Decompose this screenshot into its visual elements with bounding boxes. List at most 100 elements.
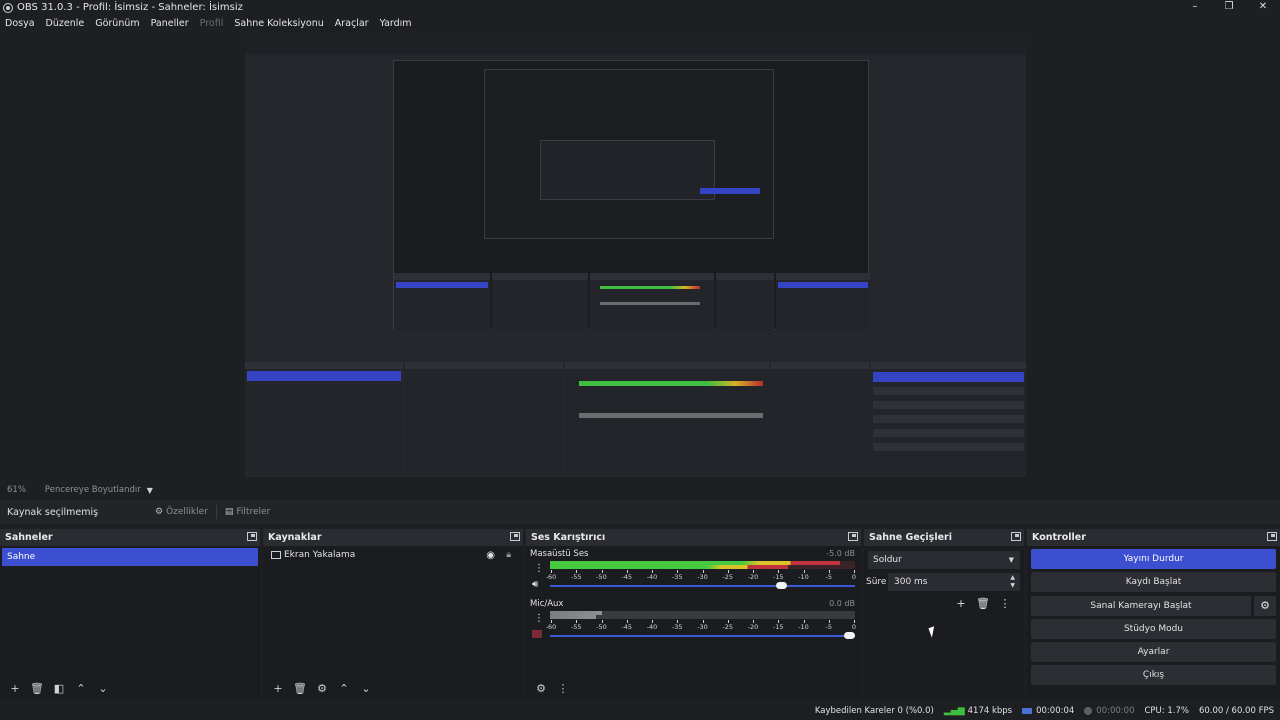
spin-arrows-icon[interactable]: ▲ ▼: [1010, 574, 1015, 590]
scenes-dock-header: Sahneler: [0, 529, 260, 546]
preview-area[interactable]: [0, 32, 1280, 482]
volume-slider[interactable]: [550, 585, 855, 587]
controls-dock: Kontroller Yayını Durdur Kaydı Başlat Sa…: [1027, 529, 1280, 699]
window-controls: – ❐ ✕: [1178, 0, 1280, 15]
lock-icon[interactable]: 🔒︎: [506, 550, 511, 560]
start-recording-button[interactable]: Kaydı Başlat: [1031, 572, 1276, 592]
undock-icon[interactable]: [510, 532, 520, 541]
studio-mode-button[interactable]: Stüdyo Modu: [1031, 619, 1276, 639]
controls-title: Kontroller: [1032, 532, 1086, 543]
chevron-down-icon[interactable]: ▼: [147, 486, 153, 495]
menu-paneller[interactable]: Paneller: [151, 18, 189, 29]
menu-duzenle[interactable]: Düzenle: [46, 18, 85, 29]
duration-row: Süre 300 ms ▲ ▼: [866, 573, 1020, 591]
meter-tick-label: -40: [646, 623, 658, 631]
minimize-button[interactable]: –: [1178, 0, 1212, 15]
virtual-camera-row: Sanal Kamerayı Başlat ⚙: [1031, 596, 1276, 616]
channel-name: Mic/Aux: [530, 599, 564, 609]
move-up-icon[interactable]: ⌃: [333, 682, 355, 695]
meter-level-right: [550, 615, 596, 619]
undock-icon[interactable]: [1267, 532, 1277, 541]
move-up-icon[interactable]: ⌃: [70, 682, 92, 695]
filters-button[interactable]: ▤ Filtreler: [219, 503, 276, 521]
transition-select[interactable]: Soldur ▼: [868, 551, 1020, 569]
meter-tick-label: -55: [570, 623, 582, 631]
kebab-menu-icon[interactable]: ⋮: [552, 682, 574, 695]
filter-icon: ▤: [224, 507, 234, 517]
gear-icon[interactable]: ⚙: [1254, 596, 1276, 616]
nested-big-controls-panel: [871, 362, 1026, 472]
transitions-title: Sahne Geçişleri: [869, 532, 952, 543]
scale-mode-label[interactable]: Pencereye Boyutlandır: [45, 485, 141, 495]
meter-tick-label: -15: [772, 573, 784, 581]
stream-time-indicator: 00:00:04: [1022, 706, 1074, 716]
meter-tick-label: -45: [621, 573, 633, 581]
nested-preview-window: [393, 60, 870, 331]
meter-tick-label: -55: [570, 573, 582, 581]
menu-dosya[interactable]: Dosya: [5, 18, 35, 29]
meter-tick-label: -50: [596, 623, 607, 631]
transition-value: Soldur: [873, 555, 902, 565]
nested-meter-2: [600, 302, 700, 305]
nested-preview-window-3: [540, 140, 715, 200]
volume-meter: [550, 611, 855, 619]
nested-big-scene-selected: [247, 371, 401, 381]
kebab-menu-icon[interactable]: ⋮: [994, 597, 1016, 610]
stream-time: 00:00:04: [1036, 705, 1075, 716]
kebab-menu-icon[interactable]: ⋮: [534, 613, 544, 624]
nested-big-btn-3: [873, 415, 1024, 423]
close-button[interactable]: ✕: [1246, 0, 1280, 15]
meter-tick-label: -10: [798, 623, 809, 631]
bitrate-value: 4174 kbps: [967, 705, 1013, 716]
menu-gorunum[interactable]: Görünüm: [95, 18, 139, 29]
speaker-icon[interactable]: 🔊︎: [532, 579, 538, 590]
scene-item[interactable]: Sahne: [2, 548, 258, 566]
scenes-dock: Sahneler Sahne + 🗑 ◧ ⌃ ⌄: [0, 529, 260, 699]
undock-icon[interactable]: [247, 532, 257, 541]
add-icon[interactable]: +: [4, 682, 26, 695]
meter-tick-label: -35: [671, 623, 683, 631]
meter-tick-label: -5: [825, 573, 832, 581]
record-time: 00:00:00: [1096, 705, 1135, 716]
eye-icon[interactable]: ◉: [486, 550, 495, 561]
menu-araclar[interactable]: Araçlar: [335, 18, 369, 29]
transitions-dock-header: Sahne Geçişleri: [864, 529, 1024, 546]
source-item[interactable]: Ekran Yakalama ◉ 🔒︎: [263, 546, 523, 564]
move-down-icon[interactable]: ⌄: [355, 682, 377, 695]
gear-icon[interactable]: ⚙: [311, 682, 333, 695]
settings-button[interactable]: Ayarlar: [1031, 642, 1276, 662]
volume-slider-handle[interactable]: [776, 582, 788, 589]
properties-button[interactable]: ⚙ Özellikler: [149, 503, 214, 521]
monitor-icon: [271, 551, 281, 559]
stop-stream-button[interactable]: Yayını Durdur: [1031, 549, 1276, 569]
meter-tick-label: 0: [851, 573, 857, 581]
fps-indicator: 60.00 / 60.00 FPS: [1198, 705, 1274, 716]
volume-slider-handle[interactable]: [844, 632, 855, 639]
volume-slider[interactable]: [550, 635, 855, 637]
maximize-button[interactable]: ❐: [1212, 0, 1246, 15]
meter-level-right: [550, 565, 788, 569]
undock-icon[interactable]: [1011, 532, 1021, 541]
mixer-channel: Mic/Aux 0.0 dB ⋮ -60 -55 -50 -45 -40 -35 -30 -2…: [526, 596, 861, 646]
exit-button[interactable]: Çıkış: [1031, 665, 1276, 685]
nested-big-sources-panel: [405, 362, 563, 472]
add-icon[interactable]: +: [950, 597, 972, 610]
trash-icon[interactable]: 🗑: [26, 682, 48, 695]
preview-canvas[interactable]: [245, 36, 1026, 477]
sources-title: Kaynaklar: [268, 532, 322, 543]
start-virtual-camera-button[interactable]: Sanal Kamerayı Başlat: [1031, 596, 1251, 616]
trash-icon[interactable]: 🗑: [289, 682, 311, 695]
kebab-menu-icon[interactable]: ⋮: [534, 563, 544, 574]
properties-label: Özellikler: [166, 507, 208, 517]
menu-sahne-koleksiyonu[interactable]: Sahne Koleksiyonu: [234, 18, 323, 29]
menu-yardim[interactable]: Yardım: [380, 18, 412, 29]
filter-icon[interactable]: ◧: [48, 682, 70, 695]
move-down-icon[interactable]: ⌄: [92, 682, 114, 695]
gear-icon[interactable]: ⚙: [530, 682, 552, 695]
undock-icon[interactable]: [848, 532, 858, 541]
muted-speaker-icon[interactable]: [532, 630, 542, 638]
add-icon[interactable]: +: [267, 682, 289, 695]
trash-icon[interactable]: 🗑: [972, 597, 994, 610]
duration-spinbox[interactable]: 300 ms ▲ ▼: [888, 573, 1020, 591]
meter-tick-label: -25: [722, 623, 734, 631]
